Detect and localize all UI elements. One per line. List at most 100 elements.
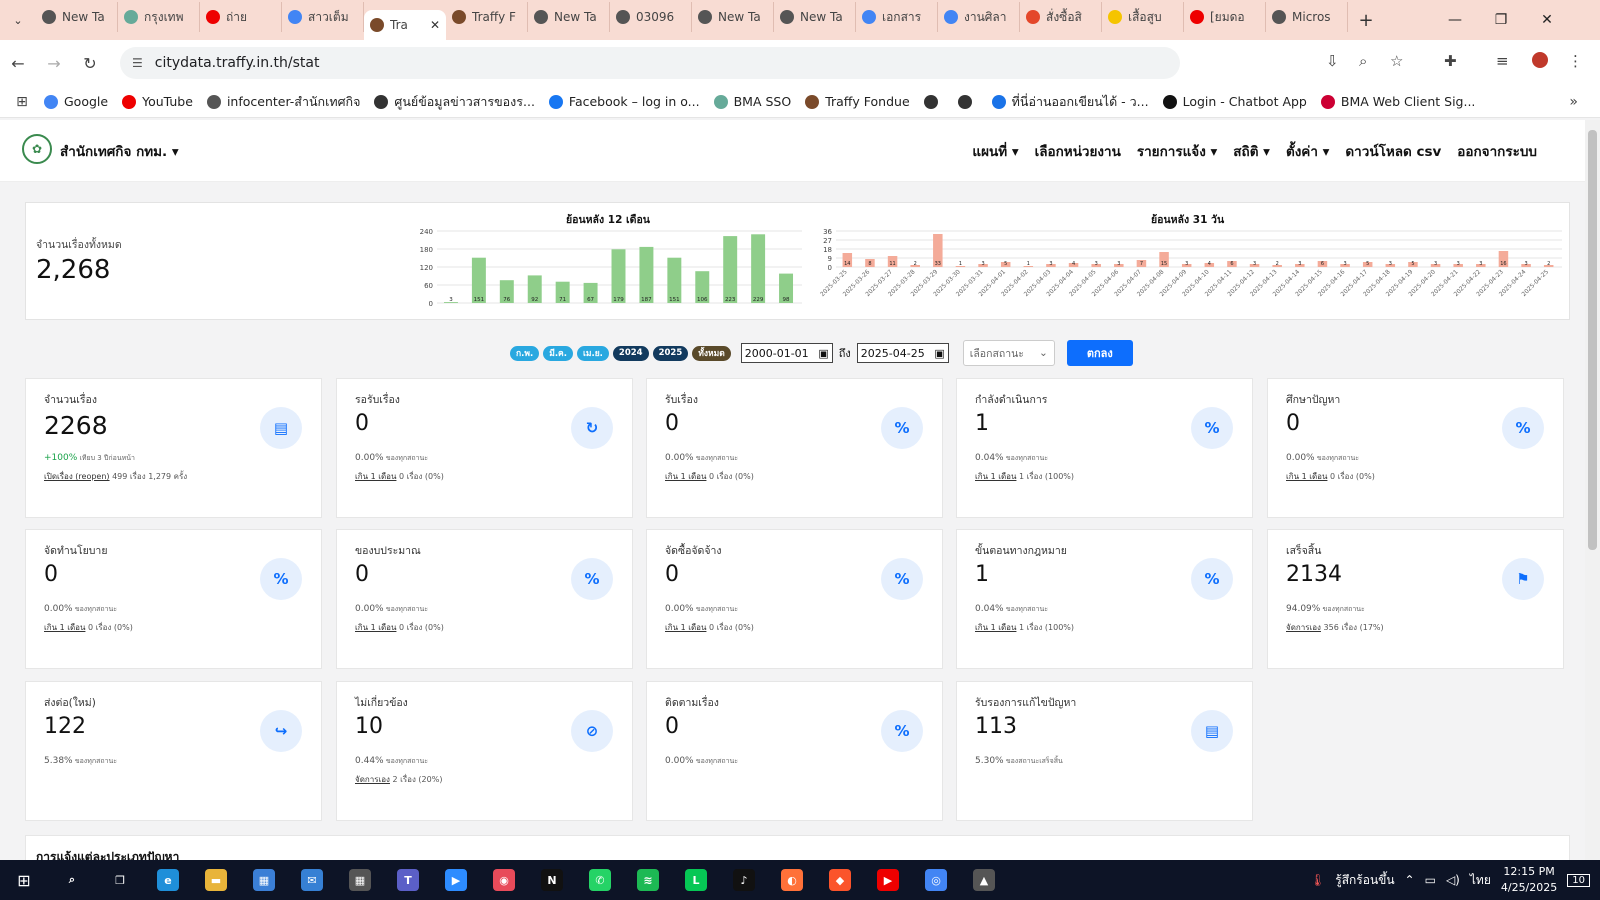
- org-dropdown[interactable]: สำนักเทศกิจ กทม. ▾: [60, 140, 179, 162]
- bookmark-item[interactable]: YouTube: [122, 94, 193, 109]
- bookmark-item[interactable]: BMA SSO: [713, 94, 791, 109]
- more-bookmarks-icon[interactable]: »: [1569, 94, 1578, 110]
- stat-detail-link[interactable]: เกิน 1 เดือน: [975, 472, 1016, 481]
- menu-item[interactable]: ตั้งค่า ▾: [1286, 140, 1329, 162]
- browser-tab[interactable]: เสื้อสูบ: [1102, 2, 1184, 32]
- media-control-icon[interactable]: ≡: [1496, 52, 1509, 70]
- menu-item[interactable]: รายการแจ้ง ▾: [1137, 140, 1217, 162]
- stat-detail-link[interactable]: เกิน 1 เดือน: [665, 623, 706, 632]
- site-info-icon[interactable]: ☰: [132, 56, 143, 70]
- start-button[interactable]: ⊞: [0, 860, 48, 900]
- taskbar-button[interactable]: ▦: [336, 860, 384, 900]
- menu-item[interactable]: ออกจากระบบ: [1457, 140, 1537, 162]
- submit-button[interactable]: ตกลง: [1066, 340, 1133, 366]
- notification-badge[interactable]: 10: [1567, 873, 1590, 887]
- stat-card[interactable]: เสร็จสิ้น 2134 94.09% ของทุกสถานะ จัดการเอง…: [1267, 529, 1564, 669]
- stat-detail-link[interactable]: เกิน 1 เดือน: [665, 472, 706, 481]
- stat-card[interactable]: จำนวนเรื่อง 2268 +100% เทียบ 3 ปีก่อนหน้าเ…: [25, 378, 322, 518]
- taskbar-button[interactable]: ◐: [768, 860, 816, 900]
- stat-card[interactable]: รับรองการแก้ไขปัญหา 113 5.30% ของสถานะเสร็…: [956, 681, 1253, 821]
- restore-button[interactable]: ❐: [1478, 0, 1524, 40]
- tab-search-button[interactable]: ⌄: [0, 0, 36, 40]
- calendar-icon[interactable]: ▣: [934, 347, 944, 360]
- period-pill[interactable]: 2024: [612, 345, 649, 361]
- bar[interactable]: [723, 236, 738, 303]
- taskbar-button[interactable]: ▦: [240, 860, 288, 900]
- star-icon[interactable]: ☆: [1390, 52, 1403, 70]
- menu-item[interactable]: แผนที่ ▾: [972, 140, 1018, 162]
- chevron-up-icon[interactable]: ⌃: [1405, 873, 1415, 887]
- bookmark-item[interactable]: ที่นี่อ่านออกเขียนได้ - ว...: [991, 92, 1149, 112]
- stat-detail-link[interactable]: เปิดเรื่อง (reopen): [44, 472, 110, 481]
- taskbar-button[interactable]: ▬: [192, 860, 240, 900]
- extensions-icon[interactable]: ✚: [1444, 52, 1457, 70]
- clock[interactable]: 12:15 PM 4/25/2025: [1501, 864, 1557, 896]
- period-pill[interactable]: เม.ย.: [576, 345, 609, 361]
- taskbar-button[interactable]: ✉: [288, 860, 336, 900]
- taskbar-button[interactable]: ♪: [720, 860, 768, 900]
- stat-card[interactable]: รอรับเรื่อง 0 0.00% ของทุกสถานะ เกิน 1 เดือ…: [336, 378, 633, 518]
- browser-tab[interactable]: Tra ✕: [364, 10, 446, 40]
- period-pill[interactable]: 2025: [652, 345, 689, 361]
- bookmark-item[interactable]: ศูนย์ข้อมูลข่าวสารของร...: [374, 92, 535, 112]
- browser-tab[interactable]: Micros: [1266, 2, 1348, 32]
- bookmark-item[interactable]: Login - Chatbot App: [1162, 94, 1307, 109]
- period-pill[interactable]: ทั้งหมด: [692, 345, 731, 361]
- kebab-menu-icon[interactable]: ⋮: [1568, 52, 1583, 70]
- menu-item[interactable]: สถิติ ▾: [1233, 140, 1270, 162]
- taskbar-button[interactable]: ▶: [432, 860, 480, 900]
- taskbar-button[interactable]: ◎: [912, 860, 960, 900]
- taskbar-button[interactable]: ▶: [864, 860, 912, 900]
- stat-card[interactable]: ของบประมาณ 0 0.00% ของทุกสถานะ เกิน 1 เดือน…: [336, 529, 633, 669]
- close-window-button[interactable]: ✕: [1524, 0, 1570, 40]
- date-from-input[interactable]: 2000-01-01 ▣: [740, 343, 833, 363]
- browser-tab[interactable]: New Ta: [36, 2, 118, 32]
- bookmark-item[interactable]: Traffy Fondue: [805, 94, 910, 109]
- browser-tab[interactable]: สาวเต็ม: [282, 2, 364, 32]
- browser-tab[interactable]: สั่งซื้อสิ: [1020, 2, 1102, 32]
- page-scrollbar[interactable]: [1585, 120, 1600, 860]
- bar[interactable]: [751, 234, 766, 303]
- browser-tab[interactable]: 03096: [610, 2, 692, 32]
- browser-tab[interactable]: กรุงเทพ: [118, 2, 200, 32]
- bar[interactable]: [639, 246, 654, 303]
- stat-detail-link[interactable]: จัดการเอง: [1286, 623, 1321, 632]
- back-button[interactable]: ←: [0, 54, 36, 73]
- apps-grid-icon[interactable]: ⊞: [0, 94, 44, 110]
- new-tab-button[interactable]: +: [1348, 0, 1384, 40]
- menu-item[interactable]: ดาวน์โหลด csv: [1345, 140, 1441, 162]
- stat-detail-link[interactable]: เกิน 1 เดือน: [355, 472, 396, 481]
- url-field[interactable]: ☰ citydata.traffy.in.th/stat: [120, 47, 1180, 79]
- stat-card[interactable]: จัดซื้อจัดจ้าง 0 0.00% ของทุกสถานะ เกิน 1 เ…: [646, 529, 943, 669]
- bookmark-item[interactable]: [923, 94, 944, 109]
- taskbar-button[interactable]: ≋: [624, 860, 672, 900]
- browser-tab[interactable]: Traffy F: [446, 2, 528, 32]
- period-pill[interactable]: ก.พ.: [510, 345, 540, 361]
- stat-card[interactable]: ไม่เกี่ยวข้อง 10 0.44% ของทุกสถานะ จัดการเอ…: [336, 681, 633, 821]
- bookmark-item[interactable]: [957, 94, 978, 109]
- bookmark-item[interactable]: Google: [44, 94, 108, 109]
- stat-detail-link[interactable]: เกิน 1 เดือน: [355, 623, 396, 632]
- browser-tab[interactable]: New Ta: [692, 2, 774, 32]
- close-tab-icon[interactable]: ✕: [430, 18, 440, 32]
- stat-card[interactable]: กำลังดำเนินการ 1 0.04% ของทุกสถานะ เกิน 1 เ…: [956, 378, 1253, 518]
- stat-card[interactable]: ขั้นตอนทางกฎหมาย 1 0.04% ของทุกสถานะ เกิน 1…: [956, 529, 1253, 669]
- stat-card[interactable]: ส่งต่อ(ใหม่) 122 5.38% ของทุกสถานะ ↪: [25, 681, 322, 821]
- calendar-icon[interactable]: ▣: [818, 347, 828, 360]
- stat-card[interactable]: ติดตามเรื่อง 0 0.00% ของทุกสถานะ%: [646, 681, 943, 821]
- date-to-input[interactable]: 2025-04-25 ▣: [856, 343, 949, 363]
- taskbar-button[interactable]: L: [672, 860, 720, 900]
- taskbar-button[interactable]: ◉: [480, 860, 528, 900]
- taskbar-button[interactable]: T: [384, 860, 432, 900]
- install-app-icon[interactable]: ⇩: [1326, 52, 1339, 70]
- bookmark-item[interactable]: infocenter-สำนักเทศกิจ: [206, 92, 360, 112]
- reload-button[interactable]: ↻: [72, 54, 108, 73]
- taskbar-button[interactable]: ⌕: [48, 860, 96, 900]
- taskbar-button[interactable]: ◆: [816, 860, 864, 900]
- taskbar-button[interactable]: e: [144, 860, 192, 900]
- menu-item[interactable]: เลือกหน่วยงาน: [1035, 140, 1121, 162]
- browser-tab[interactable]: เอกสาร: [856, 2, 938, 32]
- browser-tab[interactable]: ถ่าย: [200, 2, 282, 32]
- profile-avatar[interactable]: [1532, 52, 1548, 68]
- minimize-button[interactable]: —: [1432, 0, 1478, 40]
